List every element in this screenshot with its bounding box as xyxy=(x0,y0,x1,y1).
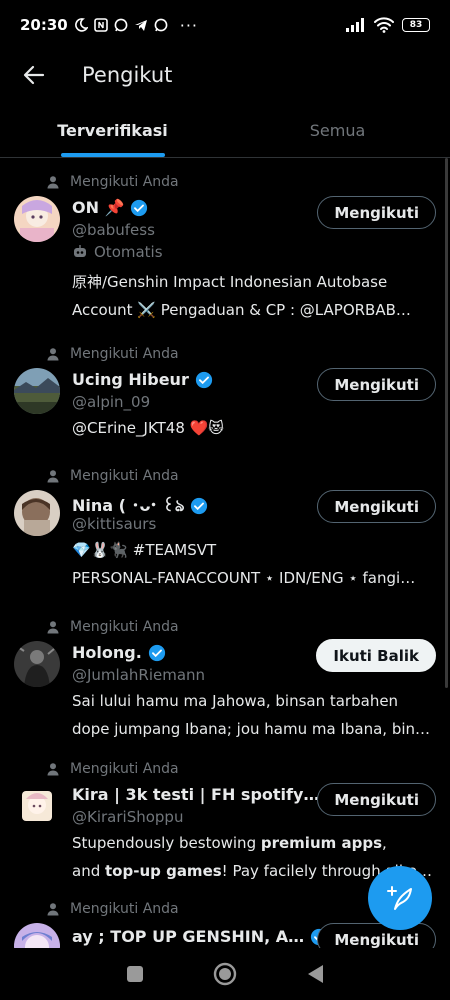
avatar[interactable] xyxy=(14,641,60,687)
follows-you-line: Mengikuti Anda xyxy=(46,761,179,777)
tab-bar: Terverifikasi Semua xyxy=(0,104,450,158)
bio: 原神/Genshin Impact Indonesian Autobase Ac… xyxy=(72,268,437,324)
person-icon xyxy=(47,763,59,776)
bio-line: dope jumpang Ibana; jou hamu ma Ibana, b… xyxy=(72,720,431,738)
follows-you-label: Mengikuti Anda xyxy=(70,468,179,484)
following-button[interactable]: Mengikuti xyxy=(317,196,436,229)
bio: @CErine_JKT48 ❤️😻 xyxy=(72,414,437,442)
follows-you-label: Mengikuti Anda xyxy=(70,346,179,362)
person-icon xyxy=(47,470,59,483)
more-dots-icon: ··· xyxy=(179,15,199,35)
avatar[interactable] xyxy=(14,783,60,829)
tab-verified[interactable]: Terverifikasi xyxy=(0,104,225,157)
following-button[interactable]: Mengikuti xyxy=(317,923,436,948)
follows-you-label: Mengikuti Anda xyxy=(70,619,179,635)
follows-you-line: Mengikuti Anda xyxy=(46,174,179,190)
handle: @KirariShoppu xyxy=(72,808,184,826)
following-button[interactable]: Mengikuti xyxy=(317,368,436,401)
feather-plus-icon xyxy=(387,886,412,910)
bio-line: Sai lului hamu ma Jahowa, binsan tarbahe… xyxy=(72,692,399,710)
handle: @alpin_09 xyxy=(72,393,151,411)
follows-you-line: Mengikuti Anda xyxy=(46,901,179,917)
home-circle-icon[interactable] xyxy=(212,961,238,987)
bio-line: 💎🐰🐈‍⬛ #TEAMSVT xyxy=(72,541,217,559)
follows-you-label: Mengikuti Anda xyxy=(70,761,179,777)
bio-line: PERSONAL-FANACCOUNT ⋆ IDN/ENG ⋆ fangi… xyxy=(72,569,416,587)
wifi-icon xyxy=(374,17,394,33)
display-name: ay ; TOP UP GENSHIN, A… xyxy=(72,927,305,946)
display-name: Kira | 3k testi | FH spotify… xyxy=(72,785,320,804)
avatar[interactable] xyxy=(14,368,60,414)
display-name: ON 📌 xyxy=(72,198,125,217)
person-icon xyxy=(47,903,59,916)
automated-label: Otomatis xyxy=(72,243,163,261)
follows-you-line: Mengikuti Anda xyxy=(46,468,179,484)
bio-line: @CErine_JKT48 ❤️😻 xyxy=(72,419,224,437)
bio-line: Stupendously bestowing premium apps, xyxy=(72,834,387,852)
person-icon xyxy=(47,621,59,634)
verified-badge-icon xyxy=(191,497,208,515)
display-name-row[interactable]: ay ; TOP UP GENSHIN, A… xyxy=(72,927,328,946)
display-name-row[interactable]: ON 📌 xyxy=(72,198,148,217)
display-name: Holong. xyxy=(72,643,142,662)
follows-you-label: Mengikuti Anda xyxy=(70,174,179,190)
avatar[interactable] xyxy=(14,196,60,242)
status-time: 20:30 xyxy=(20,16,68,34)
display-name-row[interactable]: Holong. xyxy=(72,643,166,662)
verified-badge-icon xyxy=(195,371,212,388)
follow-back-button[interactable]: Ikuti Balik xyxy=(316,639,436,672)
avatar[interactable] xyxy=(14,923,60,948)
back-arrow-icon[interactable] xyxy=(20,61,48,89)
follows-you-label: Mengikuti Anda xyxy=(70,901,179,917)
back-triangle-icon[interactable] xyxy=(302,961,328,987)
system-nav-bar xyxy=(0,948,450,1000)
nfc-icon xyxy=(93,18,108,32)
follows-you-line: Mengikuti Anda xyxy=(46,619,179,635)
bio-line: Account ⚔️ Pengaduan & CP : @LAPORBAB… xyxy=(72,301,411,319)
avatar[interactable] xyxy=(14,490,60,536)
bio-line: 原神/Genshin Impact Indonesian Autobase xyxy=(72,273,388,291)
verified-badge-icon xyxy=(131,199,148,216)
battery-indicator: 83 xyxy=(402,18,430,32)
scrollbar[interactable] xyxy=(445,158,448,688)
whatsapp-icon xyxy=(154,18,168,32)
page-title: Pengikut xyxy=(82,63,173,87)
following-button[interactable]: Mengikuti xyxy=(317,490,436,523)
display-name-row[interactable]: Ucing Hibeur xyxy=(72,370,213,389)
person-icon xyxy=(47,176,59,189)
display-name-row[interactable]: Kira | 3k testi | FH spotify… xyxy=(72,785,343,804)
recents-square-icon[interactable] xyxy=(122,961,148,987)
handle: @JumlahRiemann xyxy=(72,666,206,684)
whatsapp-icon xyxy=(114,18,128,32)
person-icon xyxy=(47,348,59,361)
compose-button[interactable] xyxy=(368,866,432,930)
follower-list: Mengikuti Anda ON 📌 @babufess Otomatis 原… xyxy=(0,158,450,948)
bio: Sai lului hamu ma Jahowa, binsan tarbahe… xyxy=(72,687,437,743)
bio: 💎🐰🐈‍⬛ #TEAMSVT PERSONAL-FANACCOUNT ⋆ IDN… xyxy=(72,536,437,592)
status-bar: 20:30 ··· 83 xyxy=(0,0,450,50)
handle: @babufess xyxy=(72,221,155,239)
handle: @kittisaurs xyxy=(72,515,157,533)
following-button[interactable]: Mengikuti xyxy=(317,783,436,816)
tab-all[interactable]: Semua xyxy=(225,104,450,157)
telegram-icon xyxy=(134,18,148,32)
moon-icon xyxy=(74,18,88,32)
signal-icon xyxy=(346,18,366,32)
robot-icon xyxy=(74,245,86,257)
follows-you-line: Mengikuti Anda xyxy=(46,346,179,362)
header: Pengikut xyxy=(0,50,450,100)
display-name: Ucing Hibeur xyxy=(72,370,189,389)
verified-badge-icon xyxy=(148,644,165,661)
